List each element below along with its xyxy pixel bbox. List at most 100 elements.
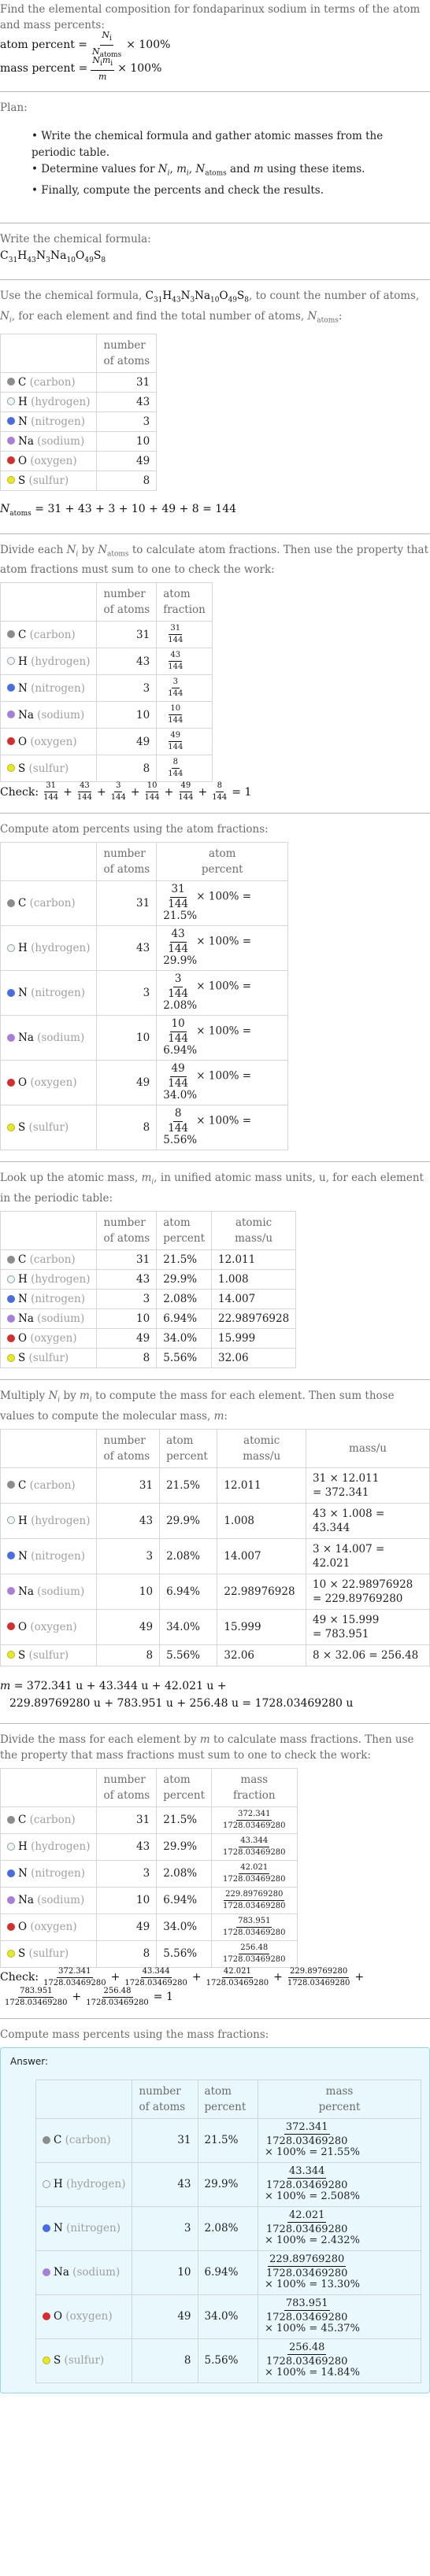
header-atomic-mass: atomic mass/u — [217, 1428, 306, 1468]
fraction: 31 144 — [168, 883, 189, 910]
element-cell: O (oxygen) — [35, 2294, 133, 2339]
fraction: 372.341 1728.03469280 — [266, 2120, 348, 2147]
element-cell: H (hydrogen) — [35, 2161, 133, 2207]
header-mass-percent: mass percent — [258, 2079, 421, 2119]
element-symbol: S — [18, 474, 26, 487]
table-row: S (sulfur) 8 8 144 — [0, 755, 213, 783]
element-color-dot-icon — [7, 684, 15, 692]
atom-fraction: 10 144 — [156, 701, 213, 729]
header-atomic-mass: atomic mass/u — [210, 1211, 297, 1251]
element-cell: N (nitrogen) — [0, 1289, 98, 1310]
element-symbol: Na — [18, 1032, 34, 1045]
element-name: (hydrogen) — [31, 1840, 91, 1854]
element-name: (oxygen) — [30, 1332, 77, 1345]
table-row: H (hydrogen) 43 29.9% 43.344 1728.03469280 — [0, 1832, 298, 1861]
element-color-dot-icon — [7, 737, 15, 746]
element-color-dot-icon — [7, 1552, 15, 1560]
table-row: H (hydrogen) 43 29.9% 1.008 — [0, 1269, 297, 1290]
atom-fraction-section: Divide each Ni by Natoms to calculate at… — [0, 534, 430, 814]
element-symbol: H — [18, 395, 28, 408]
element-mass: 8 × 32.06 = 256.48 — [306, 1644, 430, 1666]
fraction: 10 144 — [168, 704, 183, 725]
element-symbol: N — [18, 987, 28, 1000]
table-row: N (nitrogen) 3 3 144 — [0, 674, 213, 703]
element-cell: Na (sodium) — [0, 1886, 98, 1914]
element-symbol: Na — [54, 2266, 69, 2279]
element-color-dot-icon — [7, 1314, 15, 1323]
molecular-mass-text: Multiply Ni by mi to compute the mass fo… — [0, 1389, 395, 1423]
fraction: 3 144 — [168, 677, 183, 699]
fraction: 8 144 — [212, 781, 228, 803]
element-color-dot-icon — [43, 2224, 50, 2232]
element-cell: C (carbon) — [0, 1249, 98, 1271]
element-cell: C (carbon) — [35, 2117, 133, 2163]
element-color-dot-icon — [7, 1334, 15, 1342]
atom-percent: 29.9% — [156, 1269, 212, 1290]
element-symbol: H — [18, 655, 28, 668]
table-row: H (hydrogen) 43 29.9% 1.008 43 × 1.008 = 43.… — [0, 1502, 430, 1539]
element-name: (nitrogen) — [31, 1293, 85, 1306]
table-row: S (sulfur) 8 5.56% 256.48 1728.03469280 — [0, 1939, 298, 1968]
element-symbol: O — [18, 1921, 28, 1934]
element-symbol: S — [18, 1352, 26, 1365]
element-symbol: O — [18, 454, 28, 467]
atom-percent-calc: 49 144 × 100% = 34.0% — [156, 1060, 289, 1106]
table-row: S (sulfur) 8 5.56% 256.48 1728.03469280 × 100… — [35, 2338, 421, 2383]
fraction: 256.48 1728.03469280 — [86, 1986, 149, 2007]
element-cell: O (oxygen) — [0, 450, 98, 471]
table-row: C (carbon) 31 — [0, 371, 158, 393]
element-symbol: S — [54, 2354, 61, 2367]
table-row: H (hydrogen) 43 — [0, 391, 158, 412]
formula-section: Write the chemical formula: C31H43N3Na10… — [0, 223, 430, 280]
element-symbol: H — [18, 1514, 28, 1527]
atom-percent: 6.94% — [156, 1308, 212, 1330]
table-row: Na (sodium) 10 6.94% 229.89769280 1728.03469… — [35, 2249, 421, 2295]
atom-percent-calc: 31 144 × 100% = 21.5% — [156, 880, 289, 927]
element-name: (sodium) — [37, 1032, 85, 1045]
element-cell: N (nitrogen) — [0, 1859, 98, 1888]
element-name: (sodium) — [72, 2266, 120, 2279]
table-row: Na (sodium) 10 6.94% 22.98976928 — [0, 1308, 297, 1330]
element-cell: O (oxygen) — [0, 1913, 98, 1941]
element-cell: N (nitrogen) — [0, 411, 98, 432]
element-cell: N (nitrogen) — [0, 970, 98, 1017]
element-color-dot-icon — [7, 1078, 15, 1087]
atom-percent: 34.0% — [156, 1328, 212, 1349]
plan-item: • Finally, compute the percents and chec… — [32, 183, 324, 197]
header-number-of-atoms: number of atoms — [96, 842, 158, 882]
atom-count: 3 — [96, 411, 158, 432]
answer-table: number of atoms atom percent mass percent C… — [35, 2079, 421, 2383]
element-symbol: C — [18, 1814, 27, 1827]
table-row: O (oxygen) 49 49 144 × 100% = 34.0% — [0, 1060, 289, 1106]
element-cell: S (sulfur) — [0, 755, 98, 783]
element-symbol: S — [18, 1648, 26, 1662]
atom-fraction: 31 144 — [156, 621, 213, 649]
times-100: × 100% — [126, 39, 171, 51]
mass-percent-text: Compute mass percents using the mass fra… — [0, 2028, 269, 2041]
element-symbol: Na — [18, 434, 34, 448]
element-name: (nitrogen) — [31, 681, 85, 695]
mass-percent-calc: 229.89769280 1728.03469280 × 100% = 13.30% — [258, 2249, 421, 2295]
table-row: Na (sodium) 10 — [0, 430, 158, 452]
element-mass: 10 × 22.98976928 = 229.89769280 — [306, 1573, 430, 1610]
fraction: 42.021 1728.03469280 — [223, 1862, 286, 1884]
element-symbol: S — [18, 762, 26, 775]
mass-percent-calc: 256.48 1728.03469280 × 100% = 14.84% — [258, 2338, 421, 2383]
element-cell: O (oxygen) — [0, 1328, 98, 1349]
element-color-dot-icon — [7, 1255, 15, 1264]
table-row: C (carbon) 31 21.5% 12.011 — [0, 1249, 297, 1271]
mass-fraction: 372.341 1728.03469280 — [211, 1806, 298, 1834]
molecular-mass-section: Multiply Ni by mi to compute the mass fo… — [0, 1380, 430, 1723]
element-name: (sodium) — [37, 708, 85, 722]
element-name: (sulfur) — [28, 1648, 69, 1662]
atom-percent-lhs: atom percent = — [0, 39, 88, 51]
element-cell: N (nitrogen) — [0, 1537, 98, 1574]
atom-count: 49 — [96, 450, 158, 471]
atom-percent: 21.5% — [156, 1249, 212, 1271]
element-name: (hydrogen) — [31, 395, 91, 408]
atomic-mass-table: number of atoms atom percent atomic mass/u … — [0, 1211, 297, 1369]
fraction: 783.951 1728.03469280 — [223, 1916, 286, 1937]
mass-fraction: 229.89769280 1728.03469280 — [211, 1886, 298, 1914]
element-name: (hydrogen) — [31, 942, 91, 955]
answer-box: Answer: number of atoms atom percent mass p… — [0, 2046, 430, 2393]
